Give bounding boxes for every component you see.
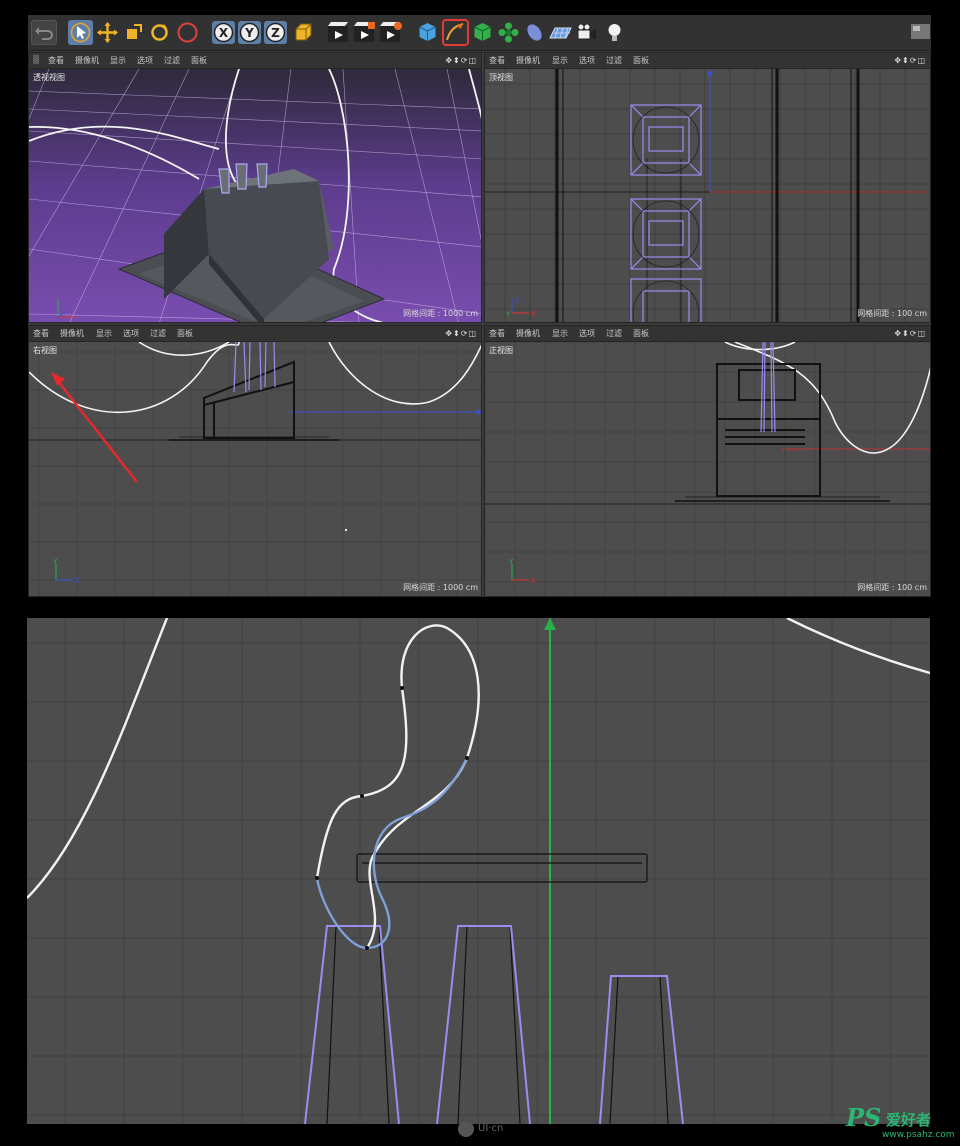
menu-options[interactable]: 选项 [579,328,595,339]
menu-display[interactable]: 显示 [552,55,568,66]
axis-gizmo: Y X [508,558,536,585]
ps-logo-cn: 爱好者 [886,1111,932,1129]
grid-spacing-label: 网格间距 : 100 cm [857,583,927,592]
axis-label-y: Y [508,558,514,566]
y-axis-lock-icon[interactable]: Y [237,20,262,45]
perspective-viewport[interactable]: ▒ 查看 摄像机 显示 选项 过滤 面板 ✥⬍⟳◫ 透视视图 网格间距: 10… [28,52,482,323]
viewport-name: 透视视图 [33,73,65,82]
menu-camera[interactable]: 摄像机 [60,328,84,339]
menu-panel[interactable]: 面板 [177,328,193,339]
viewport-menu-bar: 查看 摄像机 显示 选项 过滤 面板 ✥⬍⟳◫ [29,326,481,342]
grid-spacing-label: 网格间距 : 1000 cm [403,309,478,318]
live-select-icon[interactable] [175,20,200,45]
camera-icon[interactable] [574,20,599,45]
y-axis-label: Y [244,26,254,40]
menu-display[interactable]: 显示 [96,328,112,339]
deformer-icon[interactable] [522,20,547,45]
viewport-drag-handle-icon[interactable]: ▒ [33,55,39,64]
viewport-menu-bar: 查看 摄像机 显示 选项 过滤 面板 ✥⬍⟳◫ [485,326,930,342]
menu-filter[interactable]: 过滤 [606,328,622,339]
front-viewport[interactable]: 查看 摄像机 显示 选项 过滤 面板 ✥⬍⟳◫ 正视图 Y X 网格间距: 1… [484,325,931,597]
uicn-watermark: UI·cn [458,1121,518,1139]
grid-spacing-label: 网格间距 : 100 cm [857,309,927,318]
select-arrow-icon[interactable] [68,20,93,45]
viewport-nav-controls[interactable]: ✥⬍⟳◫ [445,329,477,338]
uicn-text: UI·cn [478,1123,504,1134]
render-to-picture-viewer-icon[interactable] [352,20,377,45]
menu-display[interactable]: 显示 [110,55,126,66]
axis-gizmo: Z X Y [507,297,536,318]
viewport-menu-bar: 查看 摄像机 显示 选项 过滤 面板 ✥⬍⟳◫ [485,53,930,69]
menu-options[interactable]: 选项 [123,328,139,339]
menu-panel[interactable]: 面板 [191,55,207,66]
menu-filter[interactable]: 过滤 [150,328,166,339]
z-axis-lock-icon[interactable]: Z [263,20,288,45]
detail-scene [27,618,930,1124]
perspective-scene [29,69,481,322]
ps-url: www.psahz.com [882,1130,955,1140]
psahz-watermark: PS 爱好者 www.psahz.com [846,1103,956,1143]
viewport-menu-bar: ▒ 查看 摄像机 显示 选项 过滤 面板 ✥⬍⟳◫ [29,53,481,69]
pen-spline-icon[interactable] [442,19,469,46]
menu-filter[interactable]: 过滤 [606,55,622,66]
axis-label-z: Z [75,577,80,585]
cinema4d-window: X Y Z ▒ 查看 摄像机 显示 选项 过滤 面板 ✥⬍⟳◫ 透视视图 网格间… [28,15,931,597]
move-icon[interactable] [95,20,120,45]
menu-camera[interactable]: 摄像机 [516,55,540,66]
viewport-nav-controls[interactable]: ✥⬍⟳◫ [894,329,926,338]
menu-options[interactable]: 选项 [137,55,153,66]
light-icon[interactable] [602,20,627,45]
render-view-icon[interactable] [326,20,351,45]
subdivision-icon[interactable] [470,20,495,45]
top-scene [485,69,930,322]
x-axis-label: X [219,26,229,40]
layout-icon[interactable] [908,20,933,45]
viewport-nav-controls[interactable]: ✥⬍⟳◫ [445,56,477,65]
menu-view[interactable]: 查看 [489,328,505,339]
menu-panel[interactable]: 面板 [633,328,649,339]
ps-logo: PS [846,1103,882,1132]
menu-camera[interactable]: 摄像机 [516,328,540,339]
axis-label-x: X [531,577,536,585]
viewport-name: 正视图 [489,346,513,355]
cube-icon[interactable] [415,20,440,45]
z-axis-label: Z [271,26,280,40]
menu-filter[interactable]: 过滤 [164,55,180,66]
right-scene [29,342,481,596]
rotate-icon[interactable] [147,20,172,45]
floor-icon[interactable] [548,20,573,45]
grid-spacing-label: 网格间距 : 1000 cm [403,583,478,592]
scale-icon[interactable] [121,20,146,45]
axis-label-x: X [531,310,536,318]
axis-label-z: Z [515,297,520,305]
axis-label-y: Y [507,310,511,318]
menu-view[interactable]: 查看 [33,328,49,339]
front-scene [485,342,930,596]
axis-label-y: Y [52,558,58,566]
cloner-icon[interactable] [496,20,521,45]
viewport-name: 右视图 [33,346,57,355]
menu-camera[interactable]: 摄像机 [75,55,99,66]
undo-icon[interactable] [31,20,57,45]
menu-options[interactable]: 选项 [579,55,595,66]
menu-panel[interactable]: 面板 [633,55,649,66]
coordinate-system-icon[interactable] [291,20,316,45]
axis-gizmo [57,299,75,318]
zoomed-detail-viewport[interactable] [27,618,930,1124]
viewport-nav-controls[interactable]: ✥⬍⟳◫ [894,56,926,65]
viewport-name: 顶视图 [489,73,513,82]
main-toolbar: X Y Z [28,15,931,51]
menu-view[interactable]: 查看 [489,55,505,66]
menu-view[interactable]: 查看 [48,55,64,66]
top-viewport[interactable]: 查看 摄像机 显示 选项 过滤 面板 ✥⬍⟳◫ 顶视图 Z X 网格间距: 1… [484,52,931,323]
render-settings-icon[interactable] [378,20,403,45]
axis-gizmo: Y Z [52,558,80,585]
x-axis-lock-icon[interactable]: X [211,20,236,45]
menu-display[interactable]: 显示 [552,328,568,339]
uicn-logo-icon [458,1121,474,1137]
right-viewport[interactable]: 查看 摄像机 显示 选项 过滤 面板 ✥⬍⟳◫ 右视图 Y Z 网格间距: 1… [28,325,482,597]
